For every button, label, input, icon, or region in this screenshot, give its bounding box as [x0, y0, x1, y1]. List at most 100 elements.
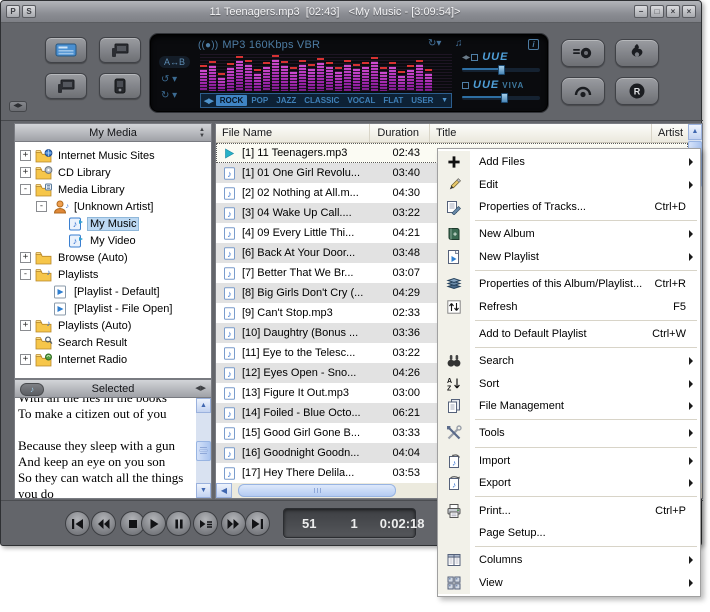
lyrics-scroll-thumb[interactable]	[196, 441, 211, 461]
sort-arrows-icon[interactable]: ▲ ▼	[199, 127, 205, 139]
tree-expander-icon[interactable]: +	[20, 167, 31, 178]
preset-dropdown-icon[interactable]: ▼	[441, 97, 448, 104]
tree-item-internet-radio[interactable]: + Internet Radio	[15, 351, 211, 368]
uue-viva-checkbox[interactable]	[462, 81, 469, 89]
sound-effects-button[interactable]	[561, 39, 605, 67]
panel-collapse-button[interactable]: ◀▶	[9, 101, 27, 112]
column-file-name[interactable]: File Name	[216, 124, 370, 142]
tree-item-playlists-auto[interactable]: + ♪ Playlists (Auto)	[15, 317, 211, 334]
menu-item-add-files[interactable]: Add Files	[438, 151, 700, 174]
menu-item-file-management[interactable]: File Management	[438, 394, 700, 418]
menu-item-import[interactable]: ♪ Import	[438, 449, 700, 473]
tree-expander-icon[interactable]: +	[20, 354, 31, 365]
skin-button[interactable]: S	[22, 5, 36, 18]
tree-item-my-video[interactable]: ♪ My Video	[15, 232, 211, 249]
info-icon[interactable]: i	[528, 39, 539, 50]
uue-slider[interactable]	[462, 65, 540, 75]
menu-item-page-setup[interactable]: Page Setup...	[438, 521, 700, 545]
tree-item-media-library[interactable]: - Media Library	[15, 181, 211, 198]
pause-button[interactable]	[166, 511, 191, 536]
artist-icon: ♪	[51, 200, 69, 214]
ab-repeat-button[interactable]: A↔B	[159, 56, 191, 68]
repeat-all-icon[interactable]: ↻ ▾	[161, 90, 177, 101]
tree-item-my-music[interactable]: ♪ My Music	[15, 215, 211, 232]
exit-button[interactable]: ×	[682, 5, 696, 18]
scroll-up-icon[interactable]: ▲	[688, 124, 702, 140]
uue-checkbox[interactable]	[471, 53, 479, 61]
repeat-mode-icon[interactable]: ↻▾	[428, 38, 441, 49]
column-duration[interactable]: Duration	[370, 124, 430, 142]
tree-item-playlist-file-open[interactable]: [Playlist - File Open]	[15, 300, 211, 317]
preset-scroll-icon[interactable]: ◀▶	[204, 97, 214, 105]
menu-item-new-album[interactable]: + New Album	[438, 223, 700, 246]
maximize-button[interactable]: □	[650, 5, 664, 18]
tree-expander-icon[interactable]: -	[20, 269, 31, 280]
menu-item-refresh[interactable]: Refresh F5	[438, 295, 700, 318]
scroll-up-icon[interactable]: ▲	[196, 398, 211, 413]
scroll-left-icon[interactable]: ◀	[216, 483, 232, 498]
menu-item-properties-of-tracks[interactable]: Properties of Tracks... Ctrl+D	[438, 195, 700, 219]
rewind-button[interactable]	[91, 511, 116, 536]
lyrics-source-icon[interactable]: ♪	[20, 383, 44, 396]
eq-preset-user[interactable]: USER	[407, 95, 437, 106]
eq-preset-classic[interactable]: CLASSIC	[300, 95, 343, 106]
burn-button[interactable]	[615, 39, 659, 67]
menu-item-print[interactable]: Print... Ctrl+P	[438, 499, 700, 522]
previous-button[interactable]	[65, 511, 90, 536]
title-bar[interactable]: P S 11 Teenagers.mp3 [02:43] <My Music -…	[1, 1, 701, 23]
eq-preset-bar[interactable]: ◀▶ ROCK POP JAZZ CLASSIC VOCAL FLAT USER ▼	[200, 93, 452, 108]
repeat-one-icon[interactable]: ↺ ▾	[161, 74, 177, 85]
tree-expander-icon[interactable]: -	[36, 201, 47, 212]
headphone-button[interactable]	[561, 77, 605, 105]
effect-scroll-icon[interactable]: ◀▶	[462, 54, 470, 61]
menu-item-view[interactable]: View	[438, 571, 700, 595]
uue-viva-slider[interactable]	[462, 93, 540, 103]
eq-preset-rock[interactable]: ROCK	[215, 95, 248, 106]
tree-item-search-result[interactable]: Search Result	[15, 334, 211, 351]
tree-item-unknown-artist[interactable]: - ♪ [Unknown Artist]	[15, 198, 211, 215]
tree-expander-icon[interactable]: +	[20, 320, 31, 331]
menu-item-edit[interactable]: Edit	[438, 173, 700, 196]
main-window-mode-button[interactable]	[45, 37, 87, 63]
eq-preset-jazz[interactable]: JAZZ	[272, 95, 300, 106]
tree-item-cd-library[interactable]: + CD Library	[15, 164, 211, 181]
tree-item-internet-music-sites[interactable]: + Internet Music Sites	[15, 147, 211, 164]
sidebar-header[interactable]: My Media ▲ ▼	[14, 123, 212, 142]
tree-expander-icon[interactable]: +	[20, 150, 31, 161]
eq-preset-vocal[interactable]: VOCAL	[343, 95, 379, 106]
tree-expander-icon[interactable]: +	[20, 252, 31, 263]
menu-item-add-to-default-playlist[interactable]: Add to Default Playlist Ctrl+W	[438, 322, 700, 346]
output-device-icon[interactable]: ♫	[455, 38, 463, 49]
next-button[interactable]	[245, 511, 270, 536]
menu-item-label: View	[479, 576, 503, 589]
tree-item-playlist-default[interactable]: [Playlist - Default]	[15, 283, 211, 300]
compact-mode-button[interactable]	[99, 37, 141, 63]
close-button[interactable]: ×	[666, 5, 680, 18]
selected-nav-icon[interactable]: ◀ ▶	[195, 384, 206, 392]
tree-item-browse-auto[interactable]: + Browse (Auto)	[15, 249, 211, 266]
fast-forward-button[interactable]	[221, 511, 246, 536]
tree-item-playlists[interactable]: - ♪ Playlists	[15, 266, 211, 283]
playlist-hscroll-thumb[interactable]	[238, 484, 396, 497]
preset-button[interactable]: P	[6, 5, 20, 18]
device-mode-button[interactable]	[99, 73, 141, 99]
menu-item-columns[interactable]: Columns	[438, 549, 700, 572]
remote-mode-button[interactable]	[45, 73, 87, 99]
column-title[interactable]: Title	[430, 124, 652, 142]
menu-item-properties-of-this-album-playlist[interactable]: Properties of this Album/Playlist... Ctrl…	[438, 272, 700, 296]
eq-preset-pop[interactable]: POP	[247, 95, 272, 106]
play-button[interactable]	[141, 511, 166, 536]
minimize-button[interactable]: −	[634, 5, 648, 18]
play-selection-button[interactable]	[193, 511, 218, 536]
menu-item-tools[interactable]: Tools	[438, 422, 700, 445]
menu-item-sort[interactable]: A Z Sort	[438, 372, 700, 395]
scroll-down-icon[interactable]: ▼	[196, 483, 211, 498]
menu-item-search[interactable]: Search	[438, 350, 700, 373]
tree-expander-icon[interactable]: -	[20, 184, 31, 195]
record-button[interactable]: R	[615, 77, 659, 105]
menu-item-export[interactable]: ♪ Export	[438, 472, 700, 495]
lyrics-scrollbar[interactable]: ▲ ▼	[196, 398, 211, 498]
selected-panel-header[interactable]: ♪ Selected ◀ ▶	[14, 379, 212, 398]
eq-preset-flat[interactable]: FLAT	[379, 95, 407, 106]
menu-item-new-playlist[interactable]: New Playlist	[438, 245, 700, 268]
